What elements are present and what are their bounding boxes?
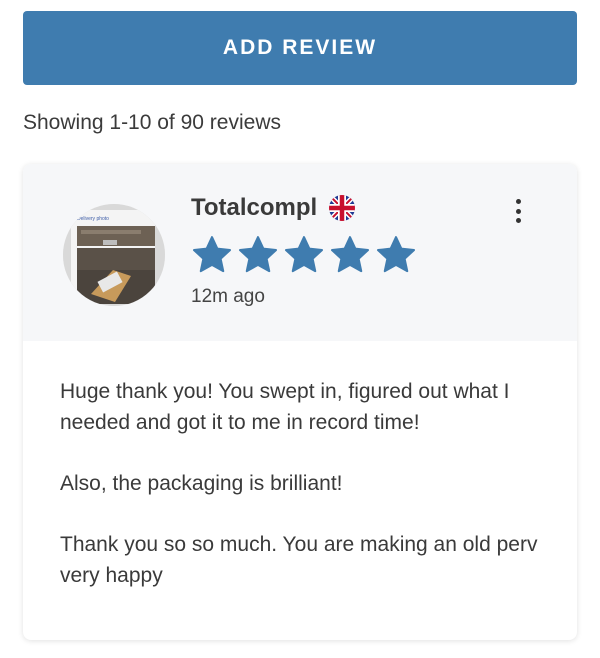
reviewer-avatar[interactable]: Delivery photo [63, 204, 165, 306]
review-paragraph: Also, the packaging is brilliant! [60, 472, 343, 495]
review-paragraph: Huge thank you! You swept in, figured ou… [60, 380, 510, 434]
review-count-text: Showing 1-10 of 90 reviews [23, 111, 281, 134]
review-text: Huge thank you! You swept in, figured ou… [60, 376, 550, 621]
review-card-header: Delivery photo Totalcompl 12m ago [23, 164, 577, 341]
more-options-icon[interactable] [508, 199, 528, 223]
reviewer-name[interactable]: Totalcompl [191, 194, 317, 222]
star-icon [331, 236, 369, 273]
star-icon [377, 236, 415, 273]
avatar-caption: Delivery photo [77, 216, 109, 222]
reviewer-name-row: Totalcompl [191, 194, 356, 222]
star-icon [285, 236, 323, 273]
review-timestamp: 12m ago [191, 286, 265, 307]
star-icon [193, 236, 231, 273]
add-review-button[interactable]: ADD REVIEW [23, 11, 577, 85]
review-card: Delivery photo Totalcompl 12m ago Huge t… [23, 164, 577, 640]
delivery-photo-image: Delivery photo [63, 204, 165, 306]
review-paragraph: Thank you so so much. You are making an … [60, 533, 538, 587]
star-icon [239, 236, 277, 273]
uk-flag-icon [329, 195, 356, 221]
star-rating [191, 234, 417, 276]
